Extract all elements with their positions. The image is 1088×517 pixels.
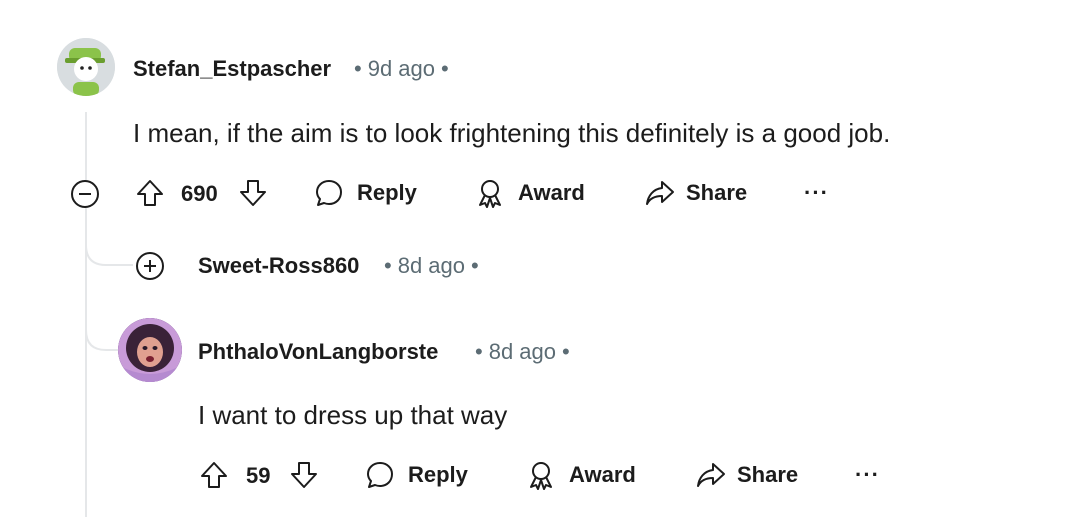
avatar[interactable] — [57, 38, 115, 96]
plus-circle-icon[interactable] — [134, 250, 166, 282]
reply-label: Reply — [357, 180, 417, 205]
share-button[interactable]: Share — [695, 459, 798, 491]
minus-circle-icon[interactable] — [69, 178, 101, 210]
award-ribbon-icon — [479, 180, 501, 208]
timestamp-text: 8d ago — [488, 339, 556, 364]
vote-count: 690 — [181, 181, 218, 206]
comment-text: I want to dress up that way — [198, 400, 508, 430]
arrow-up-icon[interactable] — [135, 178, 165, 208]
more-options-button[interactable]: ··· — [804, 180, 829, 206]
speech-bubble-icon — [367, 462, 393, 488]
reply-button[interactable]: Reply — [364, 459, 468, 491]
share-label: Share — [686, 180, 748, 205]
timestamp: • 8d ago • — [475, 339, 570, 364]
username[interactable]: Stefan_Estpascher — [133, 56, 331, 82]
arrow-up-icon[interactable] — [199, 460, 229, 490]
share-label: Share — [737, 462, 799, 487]
award-button[interactable]: Award — [525, 459, 636, 491]
username[interactable]: Sweet-Ross860 — [198, 253, 359, 279]
award-label: Award — [518, 180, 585, 205]
timestamp-text: 8d ago — [397, 253, 465, 278]
arrow-down-icon[interactable] — [289, 460, 319, 490]
award-ribbon-icon — [530, 462, 552, 490]
avatar[interactable] — [118, 318, 182, 382]
share-arrow-icon — [697, 463, 725, 487]
reply-label: Reply — [408, 462, 468, 487]
reply-button[interactable]: Reply — [313, 177, 417, 209]
comment-text: I mean, if the aim is to look frightenin… — [133, 118, 891, 148]
arrow-down-icon[interactable] — [238, 178, 268, 208]
vote-count: 59 — [246, 463, 271, 488]
timestamp: • 9d ago • — [354, 56, 449, 81]
share-button[interactable]: Share — [644, 177, 747, 209]
award-button[interactable]: Award — [474, 177, 585, 209]
award-label: Award — [569, 462, 636, 487]
speech-bubble-icon — [316, 180, 342, 206]
thread-branch-1 — [85, 205, 133, 266]
more-options-button[interactable]: ··· — [855, 462, 880, 488]
share-arrow-icon — [646, 181, 674, 205]
timestamp: • 8d ago • — [384, 253, 479, 278]
username[interactable]: PhthaloVonLangborste — [198, 339, 438, 365]
timestamp-text: 9d ago — [367, 56, 435, 81]
